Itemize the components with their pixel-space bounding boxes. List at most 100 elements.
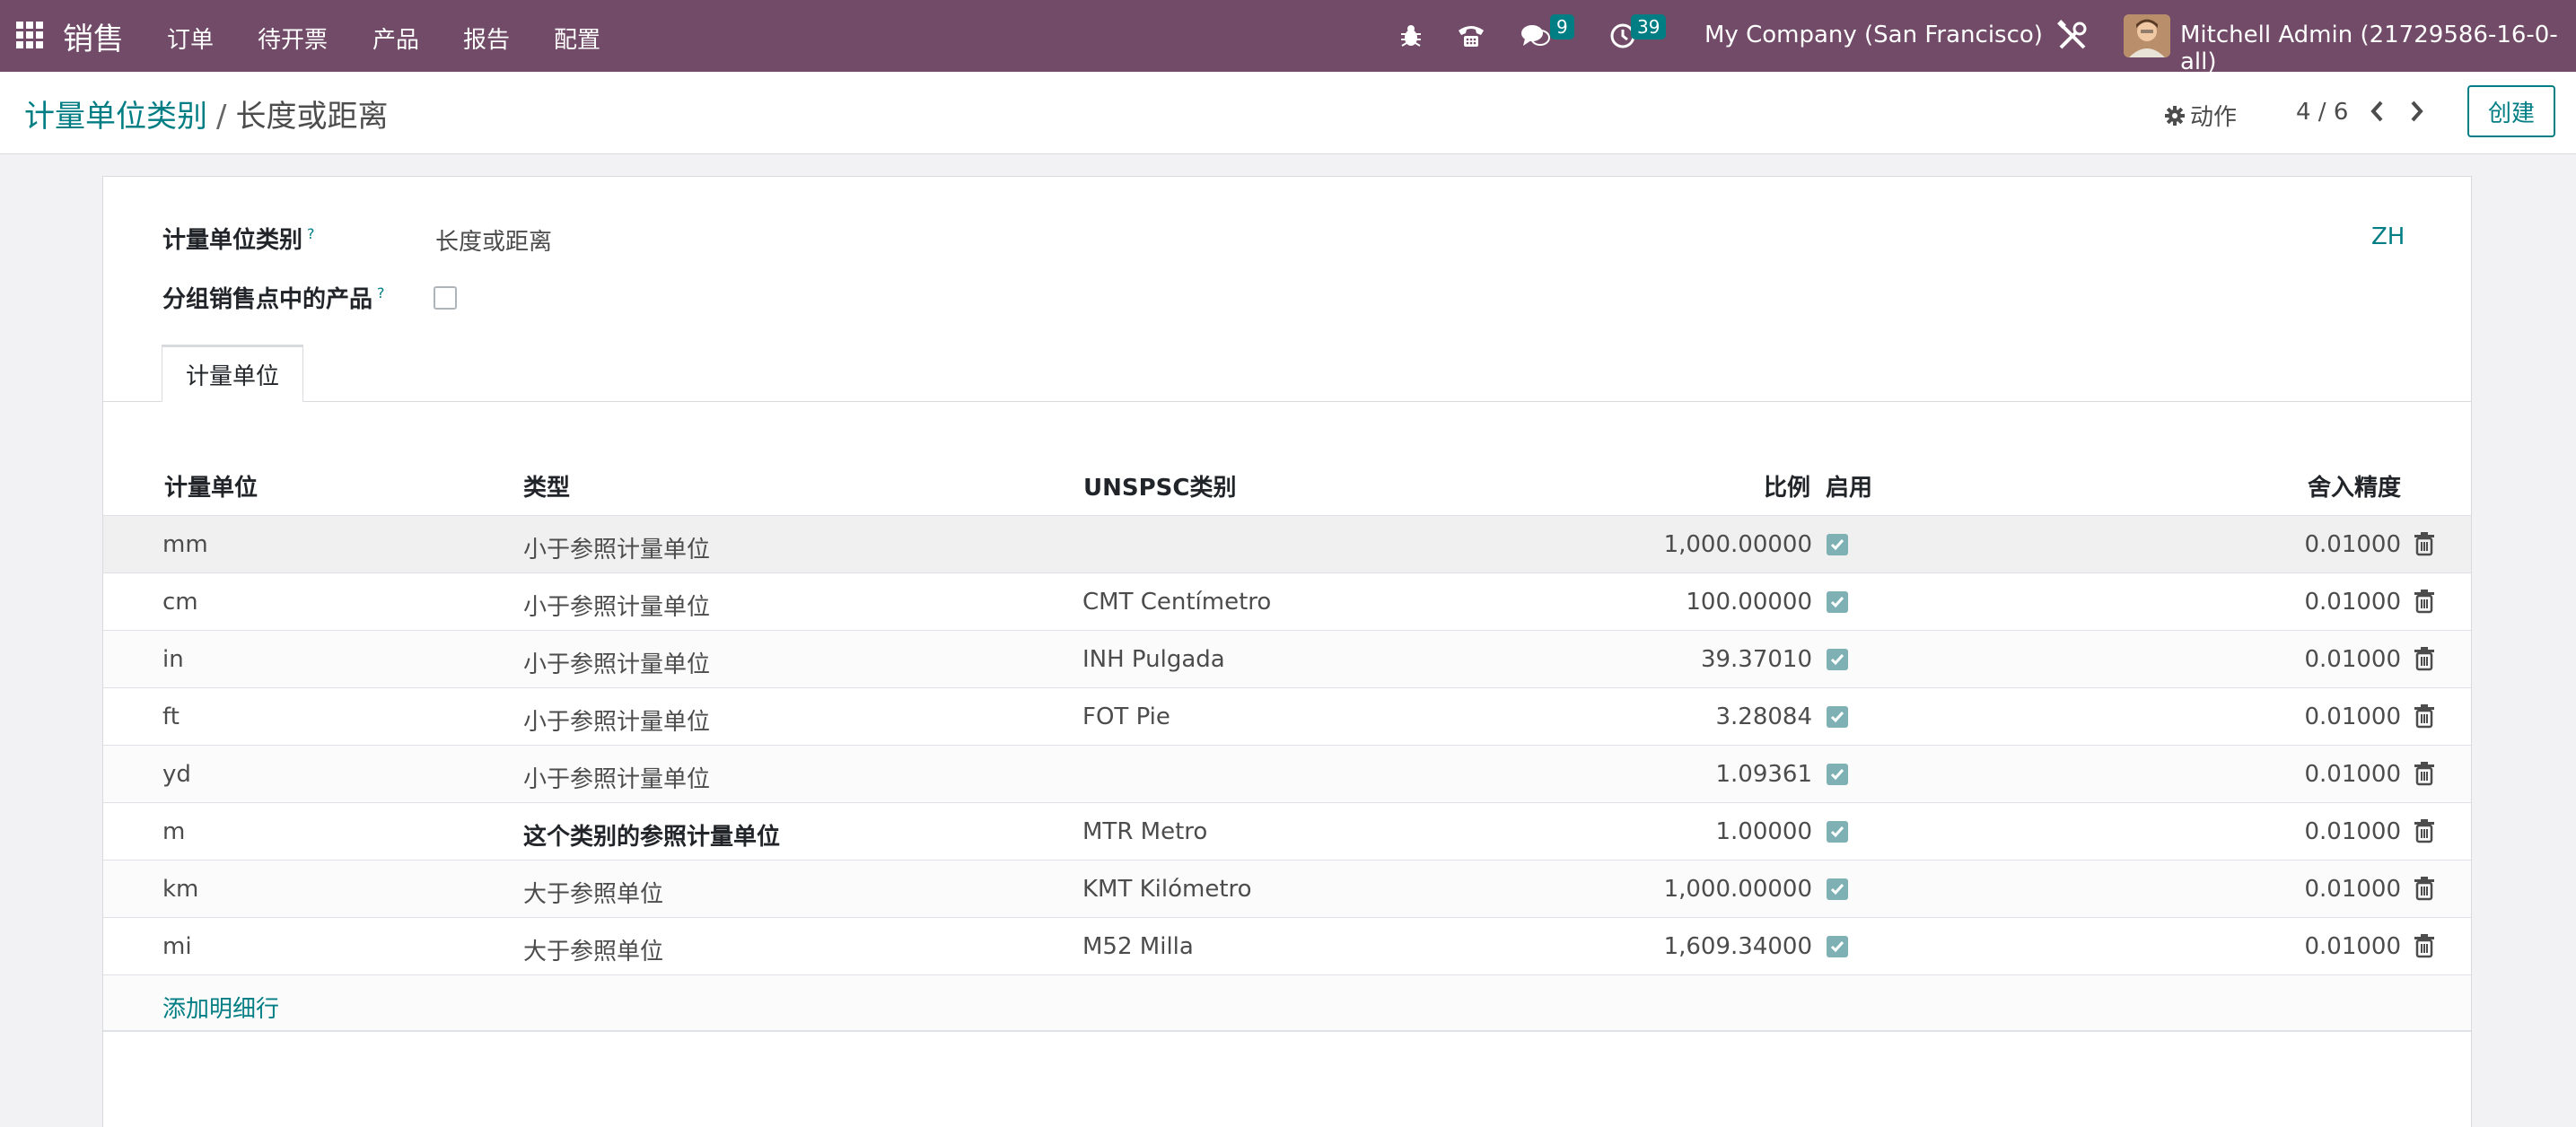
- add-line-link[interactable]: 添加明细行: [162, 991, 279, 1024]
- column-header-ratio[interactable]: 比例: [1764, 469, 1810, 502]
- delete-row-trash-icon[interactable]: [2414, 933, 2435, 958]
- table-row[interactable]: cm 小于参照计量单位 CMT Centímetro 100.00000 0.01000: [103, 572, 2471, 630]
- unspsc-cell[interactable]: M52 Milla: [1082, 933, 1194, 960]
- unspsc-cell[interactable]: INH Pulgada: [1082, 646, 1225, 673]
- active-checkbox[interactable]: [1827, 534, 1848, 555]
- delete-row-trash-icon[interactable]: [2414, 646, 2435, 671]
- delete-row-trash-icon[interactable]: [2414, 761, 2435, 786]
- table-row[interactable]: mi 大于参照单位 M52 Milla 1,609.34000 0.01000: [103, 917, 2471, 974]
- rounding-cell[interactable]: 0.01000: [2239, 933, 2401, 960]
- unspsc-cell[interactable]: FOT Pie: [1082, 703, 1170, 730]
- ratio-cell[interactable]: 1,000.00000: [1584, 531, 1812, 558]
- ratio-cell[interactable]: 1.09361: [1584, 761, 1812, 788]
- active-checkbox[interactable]: [1827, 764, 1848, 785]
- create-button[interactable]: 创建: [2467, 85, 2555, 137]
- delete-row-trash-icon[interactable]: [2414, 589, 2435, 614]
- table-row[interactable]: mm 小于参照计量单位 1,000.00000 0.01000: [103, 515, 2471, 572]
- menu-item-configuration[interactable]: 配置: [554, 22, 600, 55]
- uom-type-cell[interactable]: 小于参照计量单位: [523, 531, 710, 564]
- messages-count-badge: 9: [1550, 14, 1574, 39]
- action-menu-button[interactable]: 动作: [2165, 99, 2237, 132]
- uom-type-cell[interactable]: 小于参照计量单位: [523, 646, 710, 679]
- unspsc-cell[interactable]: MTR Metro: [1082, 818, 1207, 845]
- column-header-type[interactable]: 类型: [523, 469, 570, 502]
- delete-row-trash-icon[interactable]: [2414, 818, 2435, 843]
- active-checkbox[interactable]: [1827, 649, 1848, 670]
- uom-type-cell[interactable]: 这个类别的参照计量单位: [523, 818, 780, 852]
- app-name[interactable]: 销售: [63, 14, 124, 58]
- rounding-cell[interactable]: 0.01000: [2239, 761, 2401, 788]
- uom-name-cell[interactable]: m: [162, 818, 185, 845]
- category-name-field[interactable]: 长度或距离: [435, 223, 552, 257]
- unspsc-cell[interactable]: CMT Centímetro: [1082, 589, 1271, 616]
- menu-item-orders[interactable]: 订单: [167, 22, 214, 55]
- ratio-cell[interactable]: 1,609.34000: [1584, 933, 1812, 960]
- table-row[interactable]: ft 小于参照计量单位 FOT Pie 3.28084 0.01000: [103, 687, 2471, 745]
- company-switcher[interactable]: My Company (San Francisco): [1704, 22, 2043, 48]
- active-checkbox[interactable]: [1827, 591, 1848, 613]
- rounding-cell[interactable]: 0.01000: [2239, 531, 2401, 558]
- ratio-cell[interactable]: 39.37010: [1584, 646, 1812, 673]
- chevron-left-icon[interactable]: [2365, 97, 2390, 126]
- tools-wrench-icon[interactable]: [2055, 20, 2090, 52]
- uom-name-cell[interactable]: km: [162, 876, 198, 903]
- menu-item-products[interactable]: 产品: [372, 22, 419, 55]
- chevron-right-icon[interactable]: [2404, 97, 2429, 126]
- ratio-cell[interactable]: 100.00000: [1584, 589, 1812, 616]
- uom-type-cell[interactable]: 大于参照单位: [523, 876, 663, 909]
- uom-type-cell[interactable]: 大于参照单位: [523, 933, 663, 966]
- tab-divider: [103, 401, 2471, 402]
- table-row[interactable]: km 大于参照单位 KMT Kilómetro 1,000.00000 0.01000: [103, 860, 2471, 917]
- column-header-uom[interactable]: 计量单位: [164, 469, 258, 502]
- ratio-cell[interactable]: 1.00000: [1584, 818, 1812, 845]
- unspsc-cell[interactable]: KMT Kilómetro: [1082, 876, 1252, 903]
- uom-name-cell[interactable]: mi: [162, 933, 192, 960]
- apps-menu-icon[interactable]: [16, 22, 43, 48]
- ratio-cell[interactable]: 1,000.00000: [1584, 876, 1812, 903]
- uom-name-cell[interactable]: in: [162, 646, 184, 673]
- table-row[interactable]: m 这个类别的参照计量单位 MTR Metro 1.00000 0.01000: [103, 802, 2471, 860]
- chat-messages-icon[interactable]: [1520, 20, 1552, 52]
- breadcrumb-separator: /: [216, 99, 227, 135]
- breadcrumb-parent-link[interactable]: 计量单位类别: [24, 99, 207, 135]
- active-checkbox[interactable]: [1827, 878, 1848, 900]
- table-row[interactable]: in 小于参照计量单位 INH Pulgada 39.37010 0.01000: [103, 630, 2471, 687]
- active-checkbox[interactable]: [1827, 706, 1848, 728]
- menu-item-to-invoice[interactable]: 待开票: [258, 22, 328, 55]
- tab-uom[interactable]: 计量单位: [162, 345, 303, 402]
- rounding-cell[interactable]: 0.01000: [2239, 818, 2401, 845]
- debug-bug-icon[interactable]: [1398, 20, 1424, 52]
- pager-value[interactable]: 4 / 6: [2296, 99, 2348, 126]
- uom-type-cell[interactable]: 小于参照计量单位: [523, 703, 710, 737]
- rounding-cell[interactable]: 0.01000: [2239, 646, 2401, 673]
- uom-name-cell[interactable]: mm: [162, 531, 208, 558]
- group-pos-help-tooltip[interactable]: ?: [377, 284, 385, 301]
- user-menu[interactable]: Mitchell Admin (21729586-16-0-all): [2180, 22, 2576, 75]
- uom-name-cell[interactable]: cm: [162, 589, 198, 616]
- menu-item-reporting[interactable]: 报告: [463, 22, 510, 55]
- column-header-rounding[interactable]: 舍入精度: [2308, 469, 2401, 502]
- uom-type-cell[interactable]: 小于参照计量单位: [523, 589, 710, 622]
- delete-row-trash-icon[interactable]: [2414, 703, 2435, 729]
- column-header-active[interactable]: 启用: [1826, 469, 1872, 502]
- category-help-tooltip[interactable]: ?: [307, 225, 315, 242]
- delete-row-trash-icon[interactable]: [2414, 531, 2435, 556]
- table-row[interactable]: yd 小于参照计量单位 1.09361 0.01000: [103, 745, 2471, 802]
- group-pos-checkbox[interactable]: [434, 286, 457, 310]
- active-checkbox[interactable]: [1827, 821, 1848, 843]
- language-button[interactable]: ZH: [2371, 223, 2405, 250]
- user-avatar[interactable]: [2124, 14, 2170, 57]
- phone-icon[interactable]: [1456, 20, 1486, 52]
- ratio-cell[interactable]: 3.28084: [1584, 703, 1812, 730]
- rounding-cell[interactable]: 0.01000: [2239, 703, 2401, 730]
- delete-row-trash-icon[interactable]: [2414, 876, 2435, 901]
- column-header-unspsc[interactable]: UNSPSC类别: [1083, 469, 1236, 502]
- uom-type-cell[interactable]: 小于参照计量单位: [523, 761, 710, 794]
- uom-name-cell[interactable]: ft: [162, 703, 180, 730]
- rounding-cell[interactable]: 0.01000: [2239, 876, 2401, 903]
- uom-name-cell[interactable]: yd: [162, 761, 191, 788]
- rounding-cell[interactable]: 0.01000: [2239, 589, 2401, 616]
- breadcrumb-current: 长度或距离: [235, 99, 389, 135]
- group-pos-field-label: 分组销售点中的产品?: [162, 281, 385, 314]
- active-checkbox[interactable]: [1827, 936, 1848, 957]
